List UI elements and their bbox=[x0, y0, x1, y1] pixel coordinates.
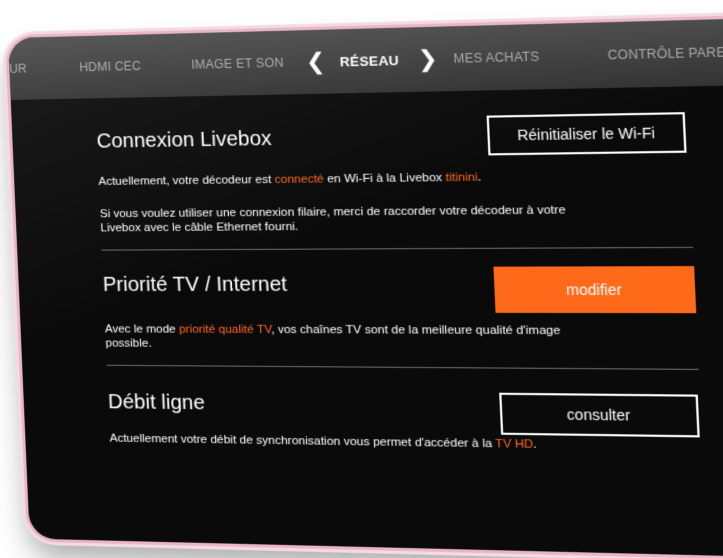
priority-suffix: , vos chaînes TV sont de la meilleure qu… bbox=[270, 323, 561, 338]
reset-wifi-button[interactable]: Réinitialiser le Wi-Fi bbox=[486, 112, 687, 156]
priority-mode: priorité qualité TV bbox=[178, 323, 272, 337]
tab-hdmi-cec[interactable]: HDMI CEC bbox=[79, 59, 141, 75]
divider bbox=[106, 364, 699, 370]
tab-ur[interactable]: UR bbox=[9, 62, 27, 76]
top-nav: UR HDMI CEC IMAGE ET SON ❮ RÉSEAU ❯ MES … bbox=[8, 16, 723, 100]
livebox-status: Actuellement, votre décodeur est connect… bbox=[98, 168, 699, 189]
speed-title: Débit ligne bbox=[107, 391, 206, 415]
tab-image-et-son[interactable]: IMAGE ET SON bbox=[191, 55, 284, 71]
divider bbox=[101, 246, 694, 251]
tab-mes-achats[interactable]: MES ACHATS bbox=[453, 49, 540, 66]
status-prefix: Actuellement, votre décodeur est bbox=[98, 173, 276, 189]
status-suffix: . bbox=[477, 171, 482, 184]
priority-title: Priorité TV / Internet bbox=[102, 273, 288, 297]
status-state: connecté bbox=[274, 173, 325, 187]
livebox-title: Connexion Livebox bbox=[96, 127, 273, 153]
tab-reseau[interactable]: RÉSEAU bbox=[339, 53, 399, 70]
tab-controle-parental[interactable]: CONTRÔLE PARENTAL bbox=[607, 44, 723, 63]
priority-prefix: Avec le mode bbox=[104, 323, 180, 336]
chevron-right-icon[interactable]: ❯ bbox=[417, 45, 438, 73]
speed-prefix: Actuellement votre débit de synchronisat… bbox=[109, 432, 496, 451]
speed-suffix: . bbox=[532, 438, 538, 452]
chevron-left-icon[interactable]: ❮ bbox=[305, 48, 326, 75]
status-network: titinini bbox=[445, 171, 478, 185]
screen-photo: UR HDMI CEC IMAGE ET SON ❮ RÉSEAU ❯ MES … bbox=[0, 0, 723, 558]
priority-line-2: possible. bbox=[105, 337, 152, 350]
consult-button[interactable]: consulter bbox=[499, 392, 700, 438]
status-middle: en Wi-Fi à la Livebox bbox=[323, 171, 446, 186]
priority-text: Avec le mode priorité qualité TV, vos ch… bbox=[105, 322, 708, 354]
modify-button[interactable]: modifier bbox=[493, 266, 697, 314]
speed-hd: TV HD bbox=[495, 437, 534, 451]
livebox-info: Si vous voulez utiliser une connexion fi… bbox=[100, 202, 702, 236]
tv-screen: UR HDMI CEC IMAGE ET SON ❮ RÉSEAU ❯ MES … bbox=[8, 16, 723, 558]
